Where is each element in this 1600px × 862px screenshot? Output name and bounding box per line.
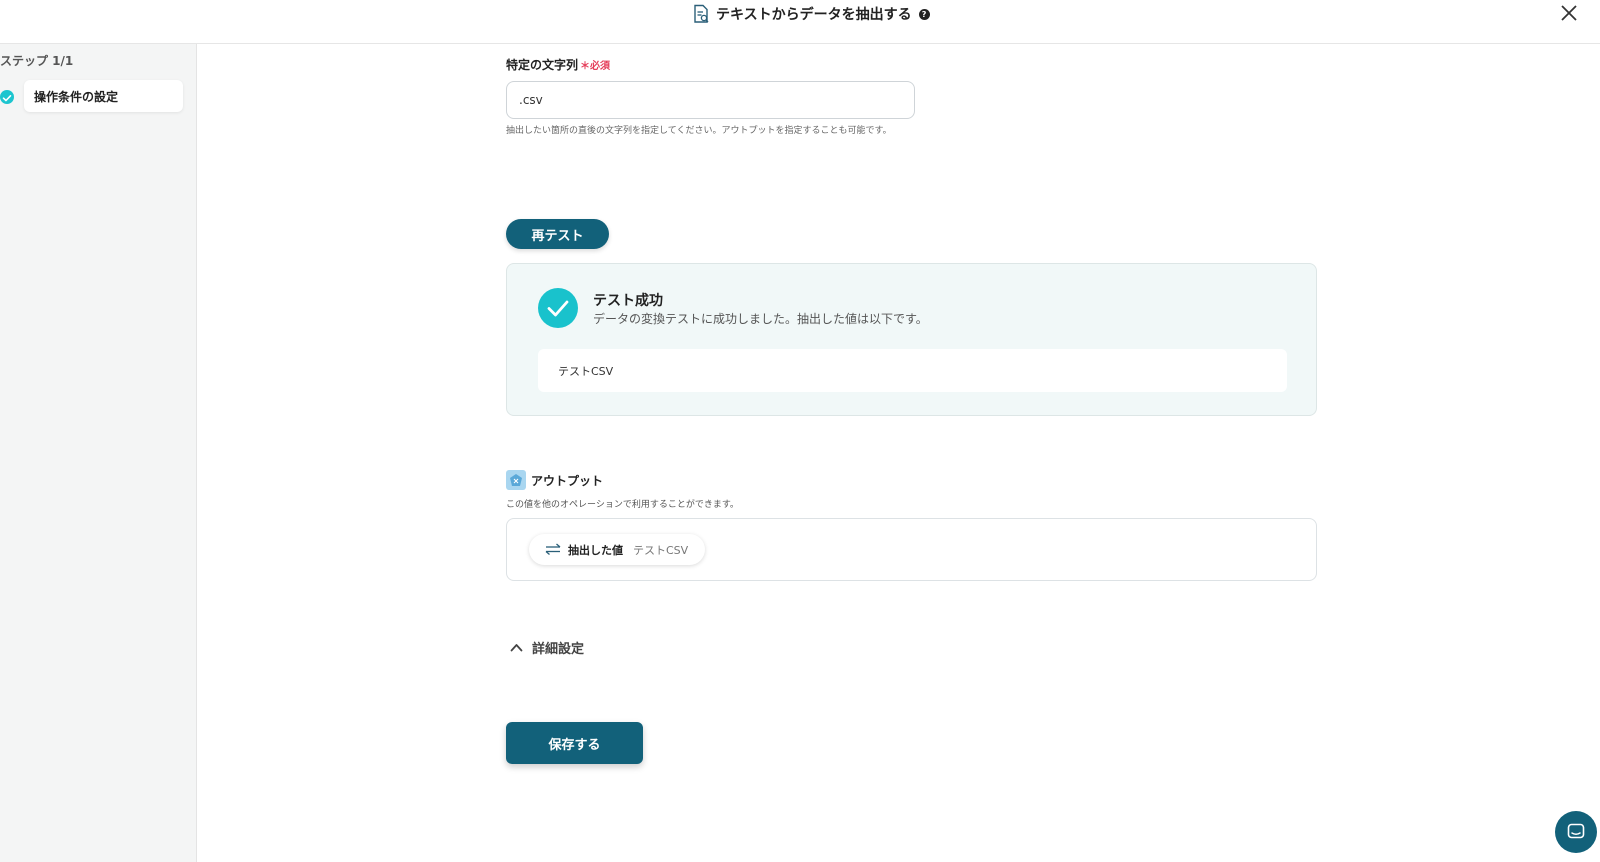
field-label: 特定の文字列 ＊必須 [506,56,610,73]
sidebar-step-operation-settings[interactable]: 操作条件の設定 [24,80,183,112]
close-button[interactable] [1558,2,1580,24]
field-help-text: 抽出したい箇所の直後の文字列を指定してください。アウトプットを指定することも可能… [506,126,892,136]
step-counter: ステップ 1/1 [0,54,74,68]
success-check-icon [538,288,578,328]
chevron-up-icon [510,644,523,652]
output-section-header: アウトプット [506,470,603,490]
save-button[interactable]: 保存する [506,722,643,764]
specific-string-input[interactable] [506,81,915,119]
modal-title: テキストからデータを抽出する [716,7,912,23]
output-icon [506,470,526,490]
chat-widget-button[interactable] [1555,811,1597,853]
output-list: 抽出した値 テストCSV [506,518,1317,581]
question-circle-icon[interactable]: ? [918,8,930,20]
sidebar-step-label: 操作条件の設定 [34,89,119,104]
modal-title-area: テキストからデータを抽出する ? [692,3,930,25]
test-result-description: データの変換テストに成功しました。抽出した値は以下です。 [593,312,928,326]
swap-arrows-icon [544,540,562,559]
test-result-value-text: テストCSV [558,364,614,378]
close-icon [1561,5,1577,21]
output-chip-extracted-value[interactable]: 抽出した値 テストCSV [529,534,705,565]
check-circle-icon [0,90,14,104]
required-text: 必須 [590,61,611,72]
step-sidebar: ステップ 1/1 操作条件の設定 [0,44,197,862]
document-search-icon [692,4,710,24]
test-result-title: テスト成功 [593,293,663,309]
required-mark: ＊ [580,61,591,72]
advanced-settings-label: 詳細設定 [532,642,585,657]
chat-icon [1567,823,1585,839]
output-chip-name: 抽出した値 [568,543,623,557]
test-result-value: テストCSV [538,349,1287,392]
field-label-text: 特定の文字列 [506,58,579,72]
output-chip-value: テストCSV [633,543,689,557]
output-title: アウトプット [531,473,604,488]
output-description: この値を他のオペレーションで利用することができます。 [506,500,739,510]
required-badge: ＊必須 [580,61,610,72]
advanced-settings-toggle[interactable]: 詳細設定 [510,638,584,657]
test-result-panel: テスト成功 データの変換テストに成功しました。抽出した値は以下です。 テストCS… [506,263,1317,416]
modal-header: テキストからデータを抽出する ? [0,0,1600,44]
retest-button[interactable]: 再テスト [506,219,609,249]
